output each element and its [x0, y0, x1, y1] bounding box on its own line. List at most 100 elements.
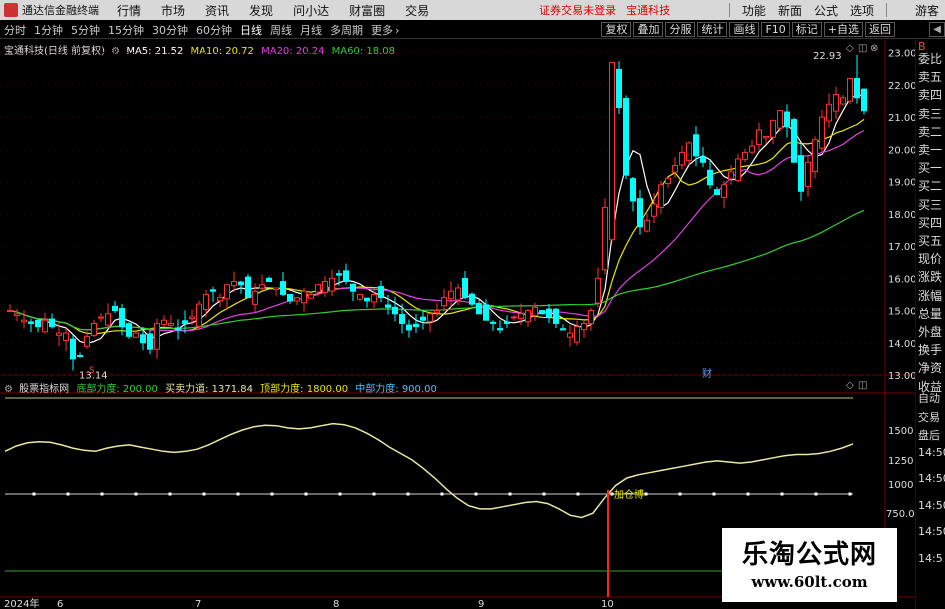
candle — [497, 320, 503, 334]
layout-control-icon[interactable]: ◫ — [858, 380, 867, 391]
candle — [581, 320, 587, 338]
candle — [490, 320, 496, 331]
up-candle-body — [749, 145, 755, 153]
guest-user[interactable]: 游客 — [915, 2, 939, 19]
mid-force-dot — [644, 492, 648, 496]
candle — [651, 193, 657, 224]
candle — [294, 296, 300, 306]
sub-axis-label: 1500 — [888, 426, 913, 437]
up-candle-body — [511, 316, 517, 319]
up-candle-body — [441, 297, 447, 307]
mid-force-dot — [32, 492, 36, 496]
layout-control-icon[interactable]: ◫ — [858, 43, 867, 54]
mid-force-dot — [508, 492, 512, 496]
mid-force-dot — [406, 492, 410, 496]
candle — [644, 213, 650, 233]
down-candle-body — [350, 283, 356, 292]
candle — [861, 88, 867, 115]
candle — [329, 269, 335, 297]
candle — [539, 310, 545, 315]
up-candle-body — [224, 284, 230, 300]
date-tick: 2024年 — [4, 597, 39, 609]
mid-force-dot — [372, 492, 376, 496]
candle — [266, 276, 272, 283]
up-candle-body — [273, 287, 279, 291]
candle — [441, 288, 447, 312]
up-candle-body — [448, 290, 454, 300]
up-candle-body — [133, 332, 139, 338]
down-candle-body — [210, 289, 216, 292]
financial-report-marker[interactable]: 财 — [702, 367, 712, 380]
up-candle-body — [644, 219, 650, 232]
collapse-panel-icon[interactable]: ◀ — [929, 22, 945, 37]
mid-force-dot — [236, 492, 240, 496]
buy-sell-force-line — [4, 422, 854, 519]
down-candle-body — [497, 328, 503, 331]
down-candle-body — [714, 189, 720, 195]
candle — [21, 310, 27, 329]
candle — [462, 271, 468, 300]
down-candle-body — [693, 134, 699, 157]
candle — [714, 186, 720, 196]
date-tick: 9 — [478, 599, 484, 609]
down-candle-body — [539, 310, 545, 315]
candle — [609, 61, 615, 242]
mid-force-dot — [202, 492, 206, 496]
candle — [154, 318, 160, 359]
mid-force-dot — [134, 492, 138, 496]
candle — [777, 109, 783, 132]
candle — [833, 86, 839, 120]
up-candle-body — [154, 322, 160, 350]
mid-force-dot — [848, 492, 852, 496]
down-candle-body — [462, 277, 468, 299]
chart-area[interactable]: 23.00 22.00 21.00 20.00 19.00 18.00 17.00 16.00… — [0, 0, 915, 609]
up-candle-body — [826, 103, 832, 122]
up-candle-body — [161, 319, 167, 325]
down-candle-body — [861, 88, 867, 112]
quote-panel-row: 卖五 — [918, 70, 943, 85]
up-candle-body — [588, 310, 594, 325]
down-candle-body — [364, 297, 370, 302]
quote-panel-row: 卖二 — [918, 124, 943, 139]
quote-panel-row: 卖一 — [918, 143, 943, 157]
down-candle-body — [175, 327, 181, 331]
watermark: 乐淘公式网 www.60lt.com — [722, 528, 897, 602]
down-candle-body — [378, 286, 384, 299]
s-marker: S — [89, 366, 95, 376]
candle — [819, 110, 825, 153]
date-axis: 2024年 6 7 8 9 10 — [4, 597, 614, 609]
up-candle-body — [805, 161, 811, 187]
diamond-control-icon[interactable]: ◇ — [846, 43, 854, 54]
mid-force-dot — [168, 492, 172, 496]
up-candle-body — [322, 281, 328, 293]
candle — [147, 330, 153, 355]
candle — [707, 160, 713, 189]
quote-panel-row: 14:5 — [918, 551, 943, 565]
candle — [238, 280, 244, 294]
up-candle-body — [203, 293, 209, 311]
quote-panel-row: 14:50 — [918, 445, 945, 459]
main-chart-markers: 22.93 13.14 财 S ◇ ◫ ⊗ — [79, 43, 878, 381]
candle — [63, 328, 69, 352]
candle — [203, 289, 209, 318]
price-tick: 15.00 — [888, 307, 915, 318]
date-tick: 8 — [333, 599, 339, 609]
candle — [735, 153, 741, 183]
down-candle-body — [413, 323, 419, 328]
price-axis: 23.00 22.00 21.00 20.00 19.00 18.00 17.00 16.00… — [888, 49, 915, 382]
down-candle-body — [546, 308, 552, 318]
candle — [798, 144, 804, 201]
down-candle-body — [623, 97, 629, 176]
diamond-control-icon[interactable]: ◇ — [846, 380, 854, 391]
candle — [343, 263, 349, 285]
up-candle-body — [301, 290, 307, 304]
down-candle-body — [784, 111, 790, 128]
quote-panel-row: 涨幅 — [918, 288, 943, 303]
candle — [469, 292, 475, 307]
candle — [511, 314, 517, 321]
close-chart-icon[interactable]: ⊗ — [870, 43, 878, 54]
down-candle-body — [140, 334, 146, 344]
up-candle-body — [259, 284, 265, 289]
up-candle-body — [742, 152, 748, 160]
up-candle-body — [168, 322, 174, 326]
